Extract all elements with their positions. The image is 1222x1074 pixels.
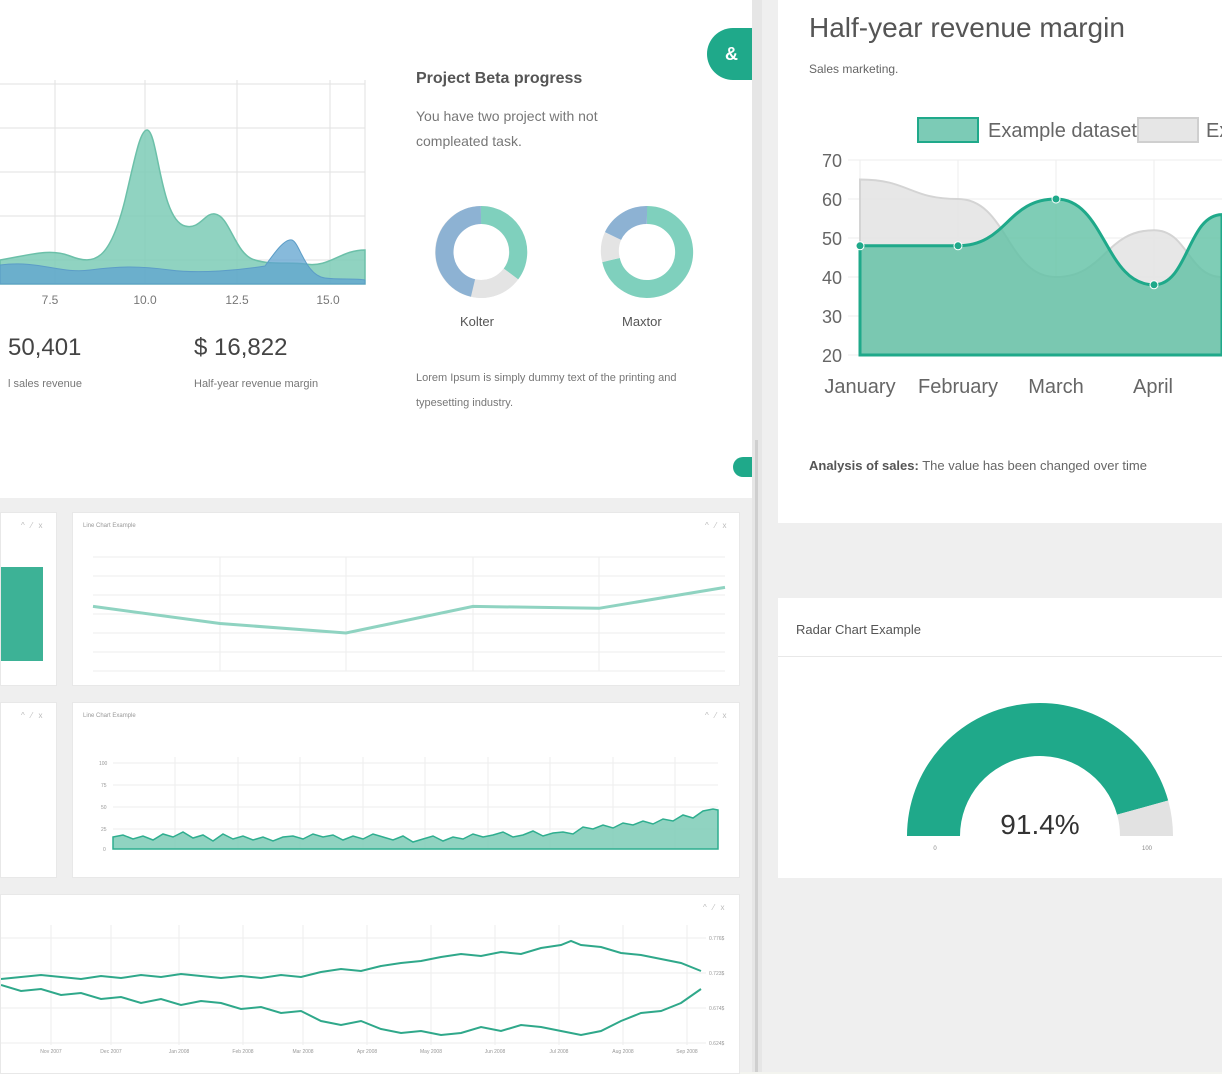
line-series-lower — [1, 984, 702, 1037]
donut-kolter — [435, 205, 528, 298]
x-tick: April — [1133, 376, 1173, 398]
bottom-dashboard: ^ ⁄ x Line Chart Example ^ ⁄ x ^ ⁄ x Lin… — [0, 498, 752, 1074]
analysis-label: Analysis of sales: — [809, 458, 919, 473]
data-point — [953, 241, 963, 251]
x-tick: Apr 2008 — [357, 1049, 378, 1055]
y-tick: 0.776$ — [709, 936, 725, 942]
y-tick: 50 — [101, 805, 107, 811]
x-tick: May 2008 — [420, 1049, 442, 1055]
x-tick: Mar 2008 — [292, 1049, 313, 1055]
line-chart-panel-1: Line Chart Example ^ ⁄ x — [72, 512, 740, 686]
panel-title: Line Chart Example — [83, 713, 136, 719]
revenue-area-chart: Example dataset Ex 70 60 50 40 30 20 Jan… — [822, 117, 1222, 398]
stat-value-margin: $ 16,822 — [194, 334, 288, 361]
multi-area-chart: 7.5 10.0 12.5 15.0 — [0, 80, 366, 307]
x-tick: 10.0 — [133, 293, 157, 307]
bar — [1, 567, 43, 661]
data-point — [855, 241, 865, 251]
x-tick: Aug 2008 — [612, 1049, 634, 1055]
legend-swatch-2 — [1137, 117, 1199, 143]
collapse-tab-button[interactable] — [733, 457, 753, 477]
analysis-text: Analysis of sales: The value has been ch… — [809, 458, 1147, 473]
donut-label-kolter: Kolter — [460, 314, 494, 329]
y-tick: 40 — [822, 268, 842, 288]
card-subtitle: Sales marketing. — [809, 62, 899, 76]
gauge-chart: 91.4% 0 100 — [907, 703, 1173, 852]
donut-label-maxtor: Maxtor — [622, 314, 662, 329]
x-tick: Dec 2007 — [100, 1049, 122, 1055]
y-tick: 70 — [822, 151, 842, 171]
data-point — [1051, 194, 1061, 204]
y-tick: 50 — [822, 229, 842, 249]
panel-controls[interactable]: ^ ⁄ x — [705, 711, 729, 720]
side-widget-2: ^ ⁄ x — [0, 702, 57, 878]
panel-controls[interactable]: ^ ⁄ x — [21, 521, 45, 530]
x-tick: 12.5 — [225, 293, 249, 307]
top-left-card: 7.5 10.0 12.5 15.0 50,401 l sales revenu… — [0, 0, 767, 430]
x-tick: January — [824, 376, 895, 398]
x-tick: 7.5 — [42, 293, 59, 307]
x-tick: Sep 2008 — [676, 1049, 698, 1055]
separator-strip — [0, 430, 752, 498]
link-icon: & — [725, 44, 738, 64]
legend-swatch-1 — [917, 117, 979, 143]
line-series — [92, 585, 726, 635]
stat-label-sales: l sales revenue — [8, 378, 82, 390]
project-beta-footer: Lorem Ipsum is simply dummy text of the … — [416, 372, 677, 409]
y-tick: 60 — [822, 190, 842, 210]
x-tick: Nov 2007 — [40, 1049, 62, 1055]
dual-line-chart: 0.776$ 0.723$ 0.674$ 0.624$ Nov 2007 Dec… — [1, 925, 725, 1055]
x-tick: Jul 2008 — [550, 1049, 569, 1055]
y-tick: 30 — [822, 307, 842, 327]
y-tick: 0.624$ — [709, 1041, 725, 1047]
gauge-max: 100 — [1142, 846, 1153, 852]
donut-maxtor — [600, 205, 694, 298]
project-beta-description: You have two project with not compleated… — [416, 108, 598, 149]
card-title: Radar Chart Example — [796, 622, 921, 637]
x-tick: Jun 2008 — [485, 1049, 506, 1055]
panel-controls[interactable]: ^ ⁄ x — [705, 521, 729, 530]
card-title: Half-year revenue margin — [809, 12, 1125, 43]
analysis-body: The value has been changed over time — [918, 458, 1147, 473]
stat-label-margin: Half-year revenue margin — [194, 378, 319, 390]
vertical-divider-line — [755, 440, 758, 1072]
data-point — [1149, 280, 1159, 290]
y-tick: 0 — [103, 847, 106, 853]
x-tick: 15.0 — [316, 293, 340, 307]
x-tick: Jan 2008 — [169, 1049, 190, 1055]
y-tick: 0.674$ — [709, 1006, 725, 1012]
area-chart-2: 100 75 50 25 0 — [99, 757, 719, 853]
line-chart-1 — [92, 556, 726, 672]
x-tick: Feb 2008 — [232, 1049, 253, 1055]
legend-label-1: Example dataset — [988, 120, 1137, 142]
line-chart-panel-2: Line Chart Example ^ ⁄ x 100 75 50 25 0 — [72, 702, 740, 878]
x-tick: March — [1028, 376, 1084, 398]
panel-controls[interactable]: ^ ⁄ x — [21, 711, 45, 720]
y-tick: 75 — [101, 783, 107, 789]
stat-value-sales: 50,401 — [8, 334, 82, 361]
project-beta-title: Project Beta progress — [416, 70, 583, 87]
gauge-value: 91.4% — [1000, 809, 1079, 840]
gauge-min: 0 — [933, 846, 937, 852]
y-tick: 25 — [101, 827, 107, 833]
panel-title: Line Chart Example — [83, 523, 136, 529]
radar-chart-card: Radar Chart Example 91.4% 0 100 — [778, 598, 1222, 878]
revenue-chart-card: Half-year revenue margin Sales marketing… — [778, 0, 1222, 523]
x-tick: February — [918, 376, 998, 398]
card-divider — [778, 656, 1222, 657]
bar-widget: ^ ⁄ x — [0, 512, 57, 686]
y-tick: 20 — [822, 346, 842, 366]
dual-line-panel: ^ ⁄ x 0.776$ 0.723$ 0.674$ 0.624$ Nov 20… — [0, 894, 740, 1074]
legend-label-2: Ex — [1206, 120, 1222, 142]
y-tick: 100 — [99, 761, 108, 767]
y-tick: 0.723$ — [709, 971, 725, 977]
